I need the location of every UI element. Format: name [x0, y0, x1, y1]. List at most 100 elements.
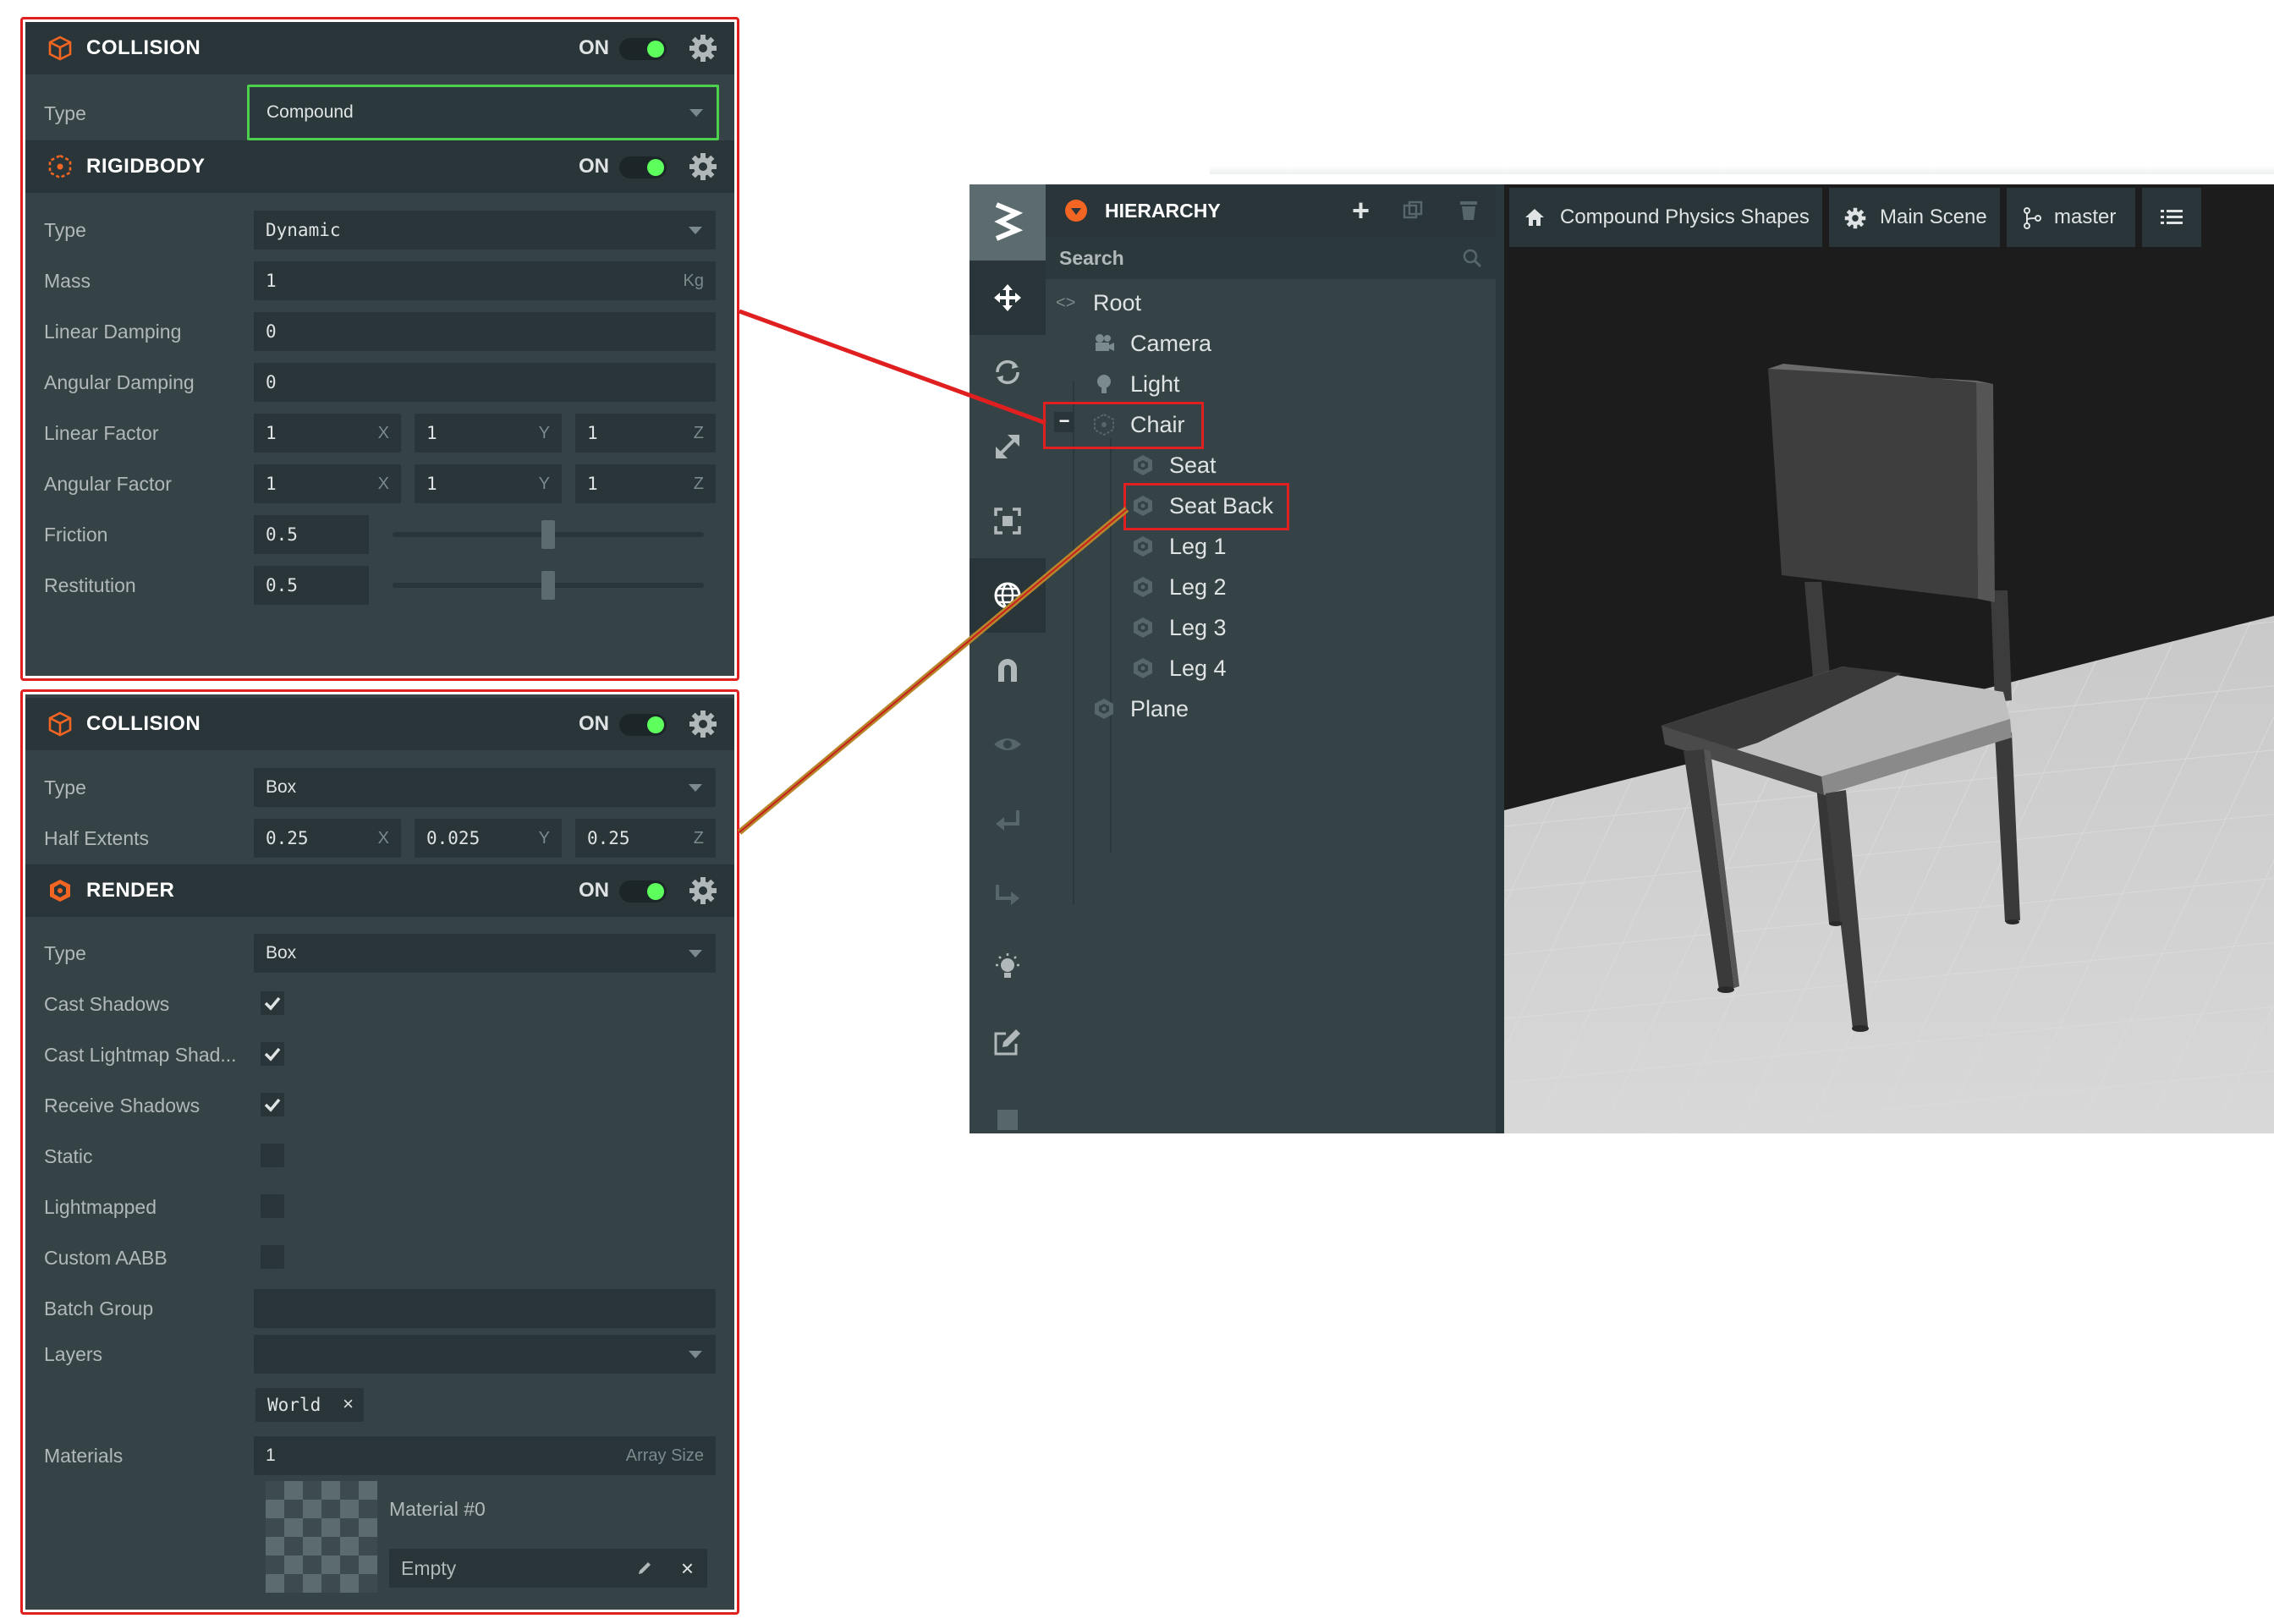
mass-row: Mass 1 Kg [25, 255, 734, 306]
rigidbody-toggle[interactable] [619, 156, 667, 178]
checkmark-icon [264, 996, 281, 1011]
layers-select[interactable] [254, 1335, 716, 1374]
checkmark-icon [264, 1047, 281, 1062]
custom-aabb-checkbox[interactable] [261, 1245, 284, 1269]
viewport-3d[interactable]: Compound Physics Shapes Main Scene maste… [1504, 184, 2274, 1133]
collision-header[interactable]: COLLISION ON [25, 698, 734, 750]
publish-button[interactable] [969, 1079, 1046, 1133]
rigidbody-icon [48, 154, 72, 179]
camera-icon [1096, 334, 1114, 351]
checkmark-icon [264, 1098, 281, 1112]
search-icon[interactable] [1462, 248, 1482, 268]
friction-slider-handle[interactable] [541, 520, 555, 549]
linear-factor-y[interactable]: 1Y [415, 414, 562, 453]
duplicate-icon[interactable] [1403, 200, 1423, 221]
mass-input[interactable]: 1 Kg [254, 261, 716, 300]
collision-type-select[interactable]: Compound [247, 85, 719, 140]
linear-damping-input[interactable]: 0 [254, 312, 716, 351]
rigidbody-title: RIGIDBODY [86, 155, 206, 178]
chevron-down-icon [689, 109, 703, 117]
seat-back-highlight-box [1123, 483, 1289, 530]
linear-damping-value: 0 [266, 321, 277, 342]
gear-icon[interactable] [689, 34, 717, 63]
collision-type-row: Type Box [25, 762, 734, 813]
render-type-select[interactable]: Box [254, 934, 716, 973]
tree-item-label: Plane [1130, 696, 1189, 721]
leg-foot [1852, 1025, 1869, 1032]
lightmapper-button[interactable] [969, 930, 1046, 1005]
cast-lightmap-shadows-checkbox[interactable] [261, 1042, 284, 1066]
restitution-slider-handle[interactable] [541, 571, 555, 600]
frame-icon [994, 508, 1021, 535]
close-icon[interactable]: × [343, 1388, 354, 1420]
linear-factor-row: Linear Factor 1X 1Y 1Z [25, 408, 734, 458]
batch-group-label: Batch Group [44, 1298, 154, 1320]
material-slot-field[interactable]: Empty × [389, 1549, 707, 1588]
half-extents-y[interactable]: 0.025 Y [415, 819, 562, 858]
angular-factor-z[interactable]: 1Z [575, 464, 716, 503]
material-thumbnail[interactable] [266, 1481, 377, 1593]
friction-input[interactable]: 0.5 [254, 515, 369, 554]
collision-header[interactable]: COLLISION ON [25, 22, 734, 74]
edit-icon[interactable] [636, 1560, 653, 1577]
scale-tool[interactable] [969, 409, 1046, 484]
search-input[interactable]: Search [1059, 237, 1124, 279]
focus-tool[interactable] [969, 707, 1046, 782]
rigidbody-header[interactable]: RIGIDBODY ON [25, 140, 734, 193]
undo-button[interactable] [969, 782, 1046, 856]
magnet-icon [998, 659, 1017, 682]
seat-back-front [1768, 369, 1978, 599]
collision-type-select[interactable]: Box [254, 768, 716, 807]
translate-tool[interactable] [969, 261, 1046, 335]
globe-icon [994, 582, 1021, 609]
linear-factor-z[interactable]: 1Z [575, 414, 716, 453]
lightmapped-checkbox[interactable] [261, 1194, 284, 1218]
rotate-tool[interactable] [969, 335, 1046, 409]
static-checkbox[interactable] [261, 1144, 284, 1167]
redo-button[interactable] [969, 856, 1046, 930]
snap-toggle[interactable] [969, 633, 1046, 707]
gear-icon[interactable] [689, 710, 717, 738]
angular-factor-x[interactable]: 1X [254, 464, 401, 503]
materials-label: Materials [44, 1445, 124, 1467]
angular-factor-y[interactable]: 1Y [415, 464, 562, 503]
cast-shadows-checkbox[interactable] [261, 991, 284, 1015]
type-label: Type [44, 102, 86, 124]
collision-toggle[interactable] [619, 38, 667, 60]
half-extents-z[interactable]: 0.25 Z [575, 819, 716, 858]
half-extents-x[interactable]: 0.25 X [254, 819, 401, 858]
layers-label: Layers [44, 1343, 103, 1365]
gear-icon[interactable] [689, 152, 717, 181]
tree-item-label: Leg 4 [1169, 656, 1227, 681]
logo-button[interactable] [969, 184, 1046, 261]
layer-tag-world[interactable]: World × [255, 1388, 364, 1422]
render-header[interactable]: RENDER ON [25, 864, 734, 917]
rigidbody-type-select[interactable]: Dynamic [254, 211, 716, 250]
render-toggle[interactable] [619, 881, 667, 903]
axis-x-label: X [377, 829, 389, 848]
restitution-input[interactable]: 0.5 [254, 566, 369, 605]
scale-icon [996, 435, 1019, 458]
resize-element-tool[interactable] [969, 484, 1046, 558]
hierarchy-search[interactable]: Search [1046, 237, 1496, 279]
receive-shadows-label: Receive Shadows [44, 1095, 200, 1116]
tree-item-label: Root [1093, 290, 1142, 315]
render-type-value: Box [266, 943, 297, 963]
receive-shadows-checkbox[interactable] [261, 1093, 284, 1116]
materials-count-input[interactable]: 1 Array Size [254, 1436, 716, 1475]
lightbulb-icon [996, 953, 1019, 978]
linear-factor-x[interactable]: 1X [254, 414, 401, 453]
mass-label: Mass [44, 270, 91, 292]
hierarchy-title: HIERARCHY [1105, 200, 1221, 222]
angular-damping-input[interactable]: 0 [254, 363, 716, 402]
gear-icon[interactable] [689, 876, 717, 905]
custom-aabb-row: Custom AABB [25, 1232, 734, 1283]
collision-toggle[interactable] [619, 714, 667, 736]
world-space-toggle[interactable] [969, 558, 1046, 633]
collision-on-label: ON [579, 712, 609, 735]
code-editor-button[interactable] [969, 1005, 1046, 1079]
delete-icon[interactable] [1458, 200, 1479, 222]
add-entity-icon[interactable]: + [1352, 184, 1370, 237]
batch-group-select[interactable] [254, 1289, 716, 1328]
close-icon[interactable]: × [681, 1549, 694, 1588]
